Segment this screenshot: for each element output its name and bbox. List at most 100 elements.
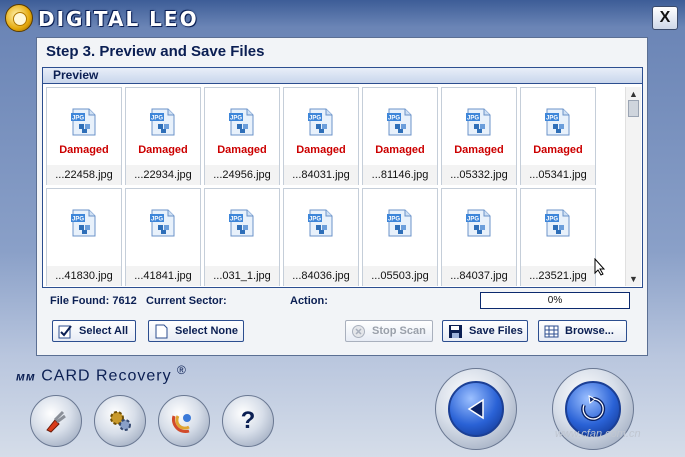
select-all-button[interactable]: Select All bbox=[52, 320, 136, 342]
file-name-label: ...84037.jpg bbox=[442, 266, 516, 286]
svg-text:JPG: JPG bbox=[151, 116, 163, 122]
jpg-file-icon: JPG bbox=[545, 108, 570, 136]
file-name-label: ...81146.jpg bbox=[363, 165, 437, 185]
support-button[interactable] bbox=[158, 395, 210, 447]
file-thumbnail[interactable]: JPG ...031_1.jpg bbox=[204, 188, 280, 286]
settings-button[interactable] bbox=[94, 395, 146, 447]
preview-scrollbar[interactable]: ▲ ▼ bbox=[625, 87, 641, 286]
svg-text:JPG: JPG bbox=[309, 217, 321, 223]
svg-text:JPG: JPG bbox=[72, 217, 84, 223]
file-name-label: ...22934.jpg bbox=[126, 165, 200, 185]
file-name-label: ...41841.jpg bbox=[126, 266, 200, 286]
file-thumbnail[interactable]: JPG ...41830.jpg bbox=[46, 188, 122, 286]
select-all-label: Select All bbox=[79, 325, 129, 337]
satellite-dish-icon bbox=[172, 414, 191, 433]
file-name-label: ...05503.jpg bbox=[363, 266, 437, 286]
app-window: DIGITAL LEO X Step 3. Preview and Save F… bbox=[0, 0, 685, 457]
title-bar: DIGITAL LEO X bbox=[0, 0, 685, 36]
product-name: мм CARD Recovery ® bbox=[16, 363, 187, 385]
jpg-file-icon: JPG bbox=[387, 108, 412, 136]
jpg-file-icon: JPG bbox=[545, 209, 570, 237]
file-status-label: Damaged bbox=[533, 144, 583, 156]
gears-icon bbox=[110, 411, 131, 431]
file-thumbnail[interactable]: JPG Damaged ...05332.jpg bbox=[441, 87, 517, 185]
checkbox-icon bbox=[58, 324, 72, 338]
file-status-label: Damaged bbox=[217, 144, 267, 156]
file-name-label: ...41830.jpg bbox=[47, 266, 121, 286]
save-files-button[interactable]: Save Files bbox=[442, 320, 528, 342]
file-thumbnail[interactable]: JPG ...41841.jpg bbox=[125, 188, 201, 286]
browse-label: Browse... bbox=[565, 325, 614, 337]
file-found-text: File Found: 7612 bbox=[50, 295, 137, 307]
svg-text:JPG: JPG bbox=[467, 116, 479, 122]
file-thumbnail[interactable]: JPG ...23521.jpg bbox=[520, 188, 596, 286]
jpg-file-icon: JPG bbox=[466, 209, 491, 237]
back-button[interactable] bbox=[435, 368, 517, 450]
progress-bar: 0% bbox=[480, 292, 630, 309]
file-status-label: Damaged bbox=[454, 144, 504, 156]
svg-text:JPG: JPG bbox=[230, 217, 242, 223]
file-name-label: ...24956.jpg bbox=[205, 165, 279, 185]
file-name-label: ...84031.jpg bbox=[284, 165, 358, 185]
file-thumbnail[interactable]: JPG ...84037.jpg bbox=[441, 188, 517, 286]
brand-title: DIGITAL LEO bbox=[38, 7, 199, 31]
file-thumbnail[interactable]: JPG ...05503.jpg bbox=[362, 188, 438, 286]
file-status-label: Damaged bbox=[138, 144, 188, 156]
file-name-label: ...23521.jpg bbox=[521, 266, 595, 286]
close-button[interactable]: X bbox=[652, 6, 678, 30]
stop-icon bbox=[352, 324, 365, 338]
floppy-disk-icon bbox=[449, 324, 462, 338]
file-thumbnail[interactable]: JPG Damaged ...22458.jpg bbox=[46, 87, 122, 185]
file-status-label: Damaged bbox=[296, 144, 346, 156]
svg-text:JPG: JPG bbox=[309, 116, 321, 122]
file-status-label: Damaged bbox=[59, 144, 109, 156]
blank-page-icon bbox=[155, 324, 168, 338]
file-name-label: ...031_1.jpg bbox=[205, 266, 279, 286]
browse-button[interactable]: Browse... bbox=[538, 320, 627, 342]
svg-text:JPG: JPG bbox=[388, 217, 400, 223]
help-button[interactable]: ? bbox=[222, 395, 274, 447]
action-label: Action: bbox=[290, 295, 328, 307]
current-sector-label: Current Sector: bbox=[146, 295, 227, 307]
file-thumbnail[interactable]: JPG Damaged ...22934.jpg bbox=[125, 87, 201, 185]
mouse-cursor-icon bbox=[594, 258, 606, 276]
save-files-label: Save Files bbox=[469, 325, 523, 337]
scroll-down-arrow-icon[interactable]: ▼ bbox=[626, 272, 641, 286]
svg-text:JPG: JPG bbox=[72, 116, 84, 122]
pliers-icon bbox=[46, 410, 66, 433]
file-thumbnail[interactable]: JPG Damaged ...81146.jpg bbox=[362, 87, 438, 185]
file-thumbnail[interactable]: JPG ...84036.jpg bbox=[283, 188, 359, 286]
svg-text:JPG: JPG bbox=[546, 116, 558, 122]
jpg-file-icon: JPG bbox=[308, 108, 333, 136]
jpg-file-icon: JPG bbox=[466, 108, 491, 136]
scroll-up-arrow-icon[interactable]: ▲ bbox=[626, 87, 641, 101]
stop-scan-button[interactable]: Stop Scan bbox=[345, 320, 433, 342]
back-arrow-icon bbox=[467, 398, 484, 420]
jpg-file-icon: JPG bbox=[308, 209, 333, 237]
file-name-label: ...05332.jpg bbox=[442, 165, 516, 185]
select-none-button[interactable]: Select None bbox=[148, 320, 244, 342]
select-none-label: Select None bbox=[175, 325, 238, 337]
jpg-file-icon: JPG bbox=[229, 108, 254, 136]
lion-logo-icon bbox=[5, 4, 33, 32]
file-thumbnail[interactable]: JPG Damaged ...24956.jpg bbox=[204, 87, 280, 185]
stop-scan-label: Stop Scan bbox=[372, 325, 426, 337]
scrollbar-thumb[interactable] bbox=[628, 100, 639, 117]
svg-text:JPG: JPG bbox=[151, 217, 163, 223]
jpg-file-icon: JPG bbox=[387, 209, 412, 237]
watermark-text: www.cfan.com.cn bbox=[555, 428, 641, 440]
refresh-icon bbox=[581, 395, 606, 421]
jpg-file-icon: JPG bbox=[71, 108, 96, 136]
thumbnail-grid: JPG Damaged ...22458.jpg JPG Damaged ...22934… bbox=[46, 87, 622, 286]
file-thumbnail[interactable]: JPG Damaged ...84031.jpg bbox=[283, 87, 359, 185]
step-dialog: Step 3. Preview and Save Files Preview J… bbox=[36, 37, 648, 356]
grid-folder-icon bbox=[544, 325, 559, 337]
file-thumbnail[interactable]: JPG Damaged ...05341.jpg bbox=[520, 87, 596, 185]
svg-text:JPG: JPG bbox=[230, 116, 242, 122]
file-name-label: ...05341.jpg bbox=[521, 165, 595, 185]
question-mark-icon: ? bbox=[240, 407, 256, 434]
tools-button[interactable] bbox=[30, 395, 82, 447]
jpg-file-icon: JPG bbox=[150, 209, 175, 237]
jpg-file-icon: JPG bbox=[150, 108, 175, 136]
jpg-file-icon: JPG bbox=[71, 209, 96, 237]
